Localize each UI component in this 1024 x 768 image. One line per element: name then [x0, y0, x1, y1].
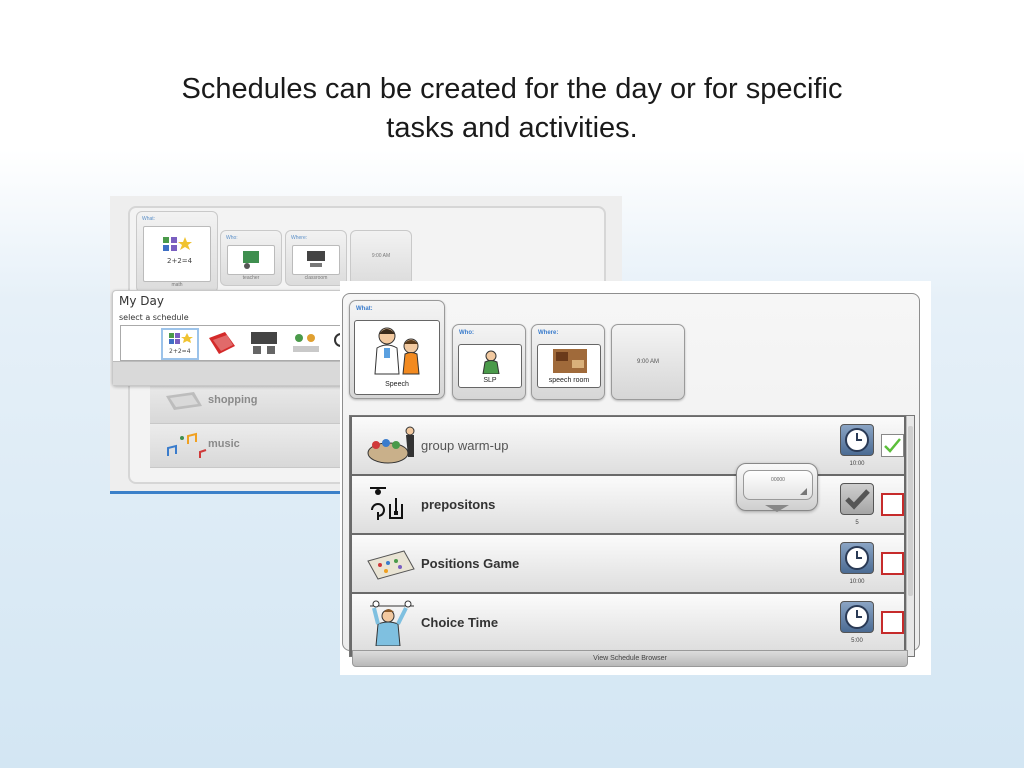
activity-list: group warm-up 10:00 prepositons 5 Positi…: [349, 415, 915, 657]
speech-room-icon: [553, 349, 587, 373]
svg-text:2+2=4: 2+2=4: [169, 348, 191, 355]
time-label: 9:00 AM: [371, 253, 391, 259]
activity-label: prepositons: [421, 497, 496, 512]
timer-button[interactable]: [840, 601, 874, 633]
list-scrollbar[interactable]: [906, 416, 914, 656]
counter-value: 00000: [771, 477, 785, 483]
check-button[interactable]: [840, 483, 874, 515]
row-label: shopping: [208, 394, 258, 406]
completed-checkbox[interactable]: [881, 493, 904, 516]
timer-button[interactable]: [840, 424, 874, 456]
who-label: teacher: [242, 275, 260, 281]
what-label: math: [171, 282, 183, 288]
where-caption: Where:: [291, 235, 308, 241]
picker-footer: [113, 361, 351, 385]
book-icon: [209, 332, 235, 354]
my-day-picker: My Day select a schedule 2+2=4: [112, 290, 353, 386]
completed-checkbox[interactable]: [881, 552, 904, 575]
schedule-thumb-classroom[interactable]: [247, 328, 285, 360]
where-card[interactable]: Where: speech room: [531, 324, 605, 400]
picker-subtitle: select a schedule: [119, 313, 189, 322]
chevron-down-icon: [765, 505, 789, 512]
where-label: speech room: [548, 377, 590, 384]
timer-button[interactable]: [840, 542, 874, 574]
view-schedule-browser-button[interactable]: View Schedule Browser: [352, 650, 908, 667]
schedule-thumb-book[interactable]: [205, 328, 243, 360]
time-tile[interactable]: 9:00 AM: [350, 230, 412, 286]
clock-icon: [845, 546, 869, 570]
scrollbar-thumb[interactable]: [908, 426, 913, 596]
schedule-thumb-group[interactable]: [289, 328, 327, 360]
foreground-app-screenshot: What: Speech Who: SLP Where: speech room…: [340, 281, 931, 675]
where-label: classroom: [304, 275, 328, 281]
slide-title: Schedules can be created for the day or …: [100, 70, 924, 148]
what-caption: What:: [356, 306, 373, 312]
timer-value: 5:00: [851, 638, 863, 644]
activity-label: Choice Time: [421, 615, 499, 630]
list-item[interactable]: prepositons 5: [352, 476, 904, 533]
what-tile[interactable]: What: 2+2=4 math: [136, 211, 218, 293]
svg-text:2+2=4: 2+2=4: [167, 257, 193, 265]
math-picture: 2+2=4: [143, 226, 211, 282]
clock-icon: [845, 428, 869, 452]
speech-picture: Speech: [354, 320, 440, 395]
row-label: music: [208, 438, 240, 450]
list-item[interactable]: Positions Game 10:00: [352, 535, 904, 592]
teacher-picture: [227, 245, 275, 275]
slp-icon: [482, 350, 500, 374]
who-caption: Who:: [459, 330, 474, 336]
group-warm-up-icon: [367, 426, 415, 464]
time-label: 9:00 AM: [636, 359, 659, 365]
slp-picture: SLP: [458, 344, 522, 388]
where-tile[interactable]: Where: classroom: [285, 230, 347, 286]
where-caption: Where:: [538, 330, 559, 336]
positions-game-icon: [367, 550, 415, 580]
activity-label: Positions Game: [421, 556, 520, 571]
list-item[interactable]: Choice Time 5:00: [352, 594, 904, 651]
picker-title: My Day: [119, 294, 164, 308]
slide-title-line-2: tasks and activities.: [386, 112, 638, 144]
classroom-picture: [292, 245, 340, 275]
checkmark-icon: [845, 489, 870, 510]
timer-value: 10:00: [849, 579, 865, 585]
counter-display[interactable]: 00000: [743, 470, 813, 500]
who-card[interactable]: Who: SLP: [452, 324, 526, 400]
schedule-frame: What: Speech Who: SLP Where: speech room…: [342, 293, 920, 657]
what-card[interactable]: What: Speech: [349, 300, 445, 399]
who-tile[interactable]: Who: teacher: [220, 230, 282, 286]
shopping-icon: [166, 392, 202, 410]
schedule-strip: 2+2=4: [120, 325, 353, 361]
speech-therapy-icon: [374, 327, 420, 375]
time-card[interactable]: 9:00 AM: [611, 324, 685, 400]
activity-label: group warm-up: [421, 438, 509, 453]
who-label: SLP: [483, 377, 497, 384]
resize-corner-icon: [800, 488, 807, 495]
timer-value: 10:00: [849, 461, 865, 467]
what-caption: What:: [142, 216, 156, 222]
speech-room-picture: speech room: [537, 344, 601, 388]
teacher-icon: [243, 251, 259, 269]
completed-checkbox[interactable]: [881, 434, 904, 457]
list-item[interactable]: group warm-up 10:00: [352, 417, 904, 474]
what-label: Speech: [385, 381, 409, 388]
checkmark-icon: [884, 438, 901, 453]
completed-checkbox[interactable]: [881, 611, 904, 634]
choice-time-icon: [370, 600, 414, 646]
music-note-icon: [167, 432, 207, 458]
prepositions-icon: [370, 487, 403, 520]
math-icon: 2+2=4: [169, 333, 193, 355]
group-activity-icon: [293, 334, 319, 352]
classroom-icon: [307, 251, 325, 267]
schedule-thumb-math[interactable]: 2+2=4: [161, 328, 199, 360]
who-caption: Who:: [226, 235, 238, 241]
classroom-icon: [251, 332, 277, 354]
counter-popup[interactable]: 00000: [736, 463, 818, 512]
slide-title-line-1: Schedules can be created for the day or …: [181, 73, 843, 105]
clock-icon: [845, 605, 869, 629]
count-value: 5: [855, 520, 859, 526]
math-icon: 2+2=4: [163, 237, 193, 265]
